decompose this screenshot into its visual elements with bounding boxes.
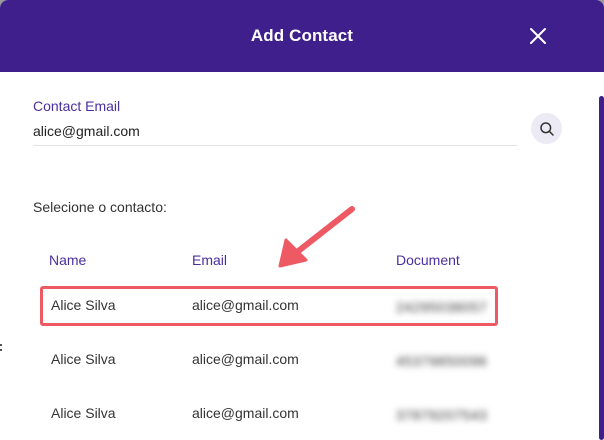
contact-email-label: Contact Email [33, 98, 121, 114]
contact-row[interactable]: Alice Silva alice@gmail.com 24295038057 [40, 286, 498, 326]
search-icon [539, 121, 554, 136]
add-contact-modal: Add Contact Contact Email Selecione o co… [0, 0, 604, 440]
row-name: Alice Silva [51, 405, 116, 421]
row-document: 24295038057 [396, 299, 488, 315]
modal-header: Add Contact [0, 0, 604, 72]
contact-email-input[interactable] [33, 120, 517, 146]
contact-row[interactable]: Alice Silva alice@gmail.com 37879207543 [40, 394, 498, 434]
column-header-document: Document [396, 252, 460, 268]
column-header-email: Email [192, 252, 228, 268]
row-document: 45379850096 [396, 353, 488, 369]
row-email: alice@gmail.com [192, 297, 299, 313]
scrollbar[interactable] [599, 96, 604, 440]
column-header-name: Name [49, 252, 87, 268]
row-document: 37879207543 [396, 407, 488, 423]
modal-title: Add Contact [250, 26, 354, 45]
close-icon[interactable] [528, 26, 548, 46]
row-name: Alice Silva [51, 351, 116, 367]
row-email: alice@gmail.com [192, 405, 299, 421]
contact-row[interactable]: Alice Silva alice@gmail.com 45379850096 [40, 340, 498, 380]
background-artifact [0, 344, 2, 351]
row-name: Alice Silva [51, 297, 116, 313]
row-email: alice@gmail.com [192, 351, 299, 367]
search-button[interactable] [531, 113, 562, 144]
select-contact-label: Selecione o contacto: [33, 199, 167, 215]
annotation-arrow-icon [278, 206, 355, 268]
